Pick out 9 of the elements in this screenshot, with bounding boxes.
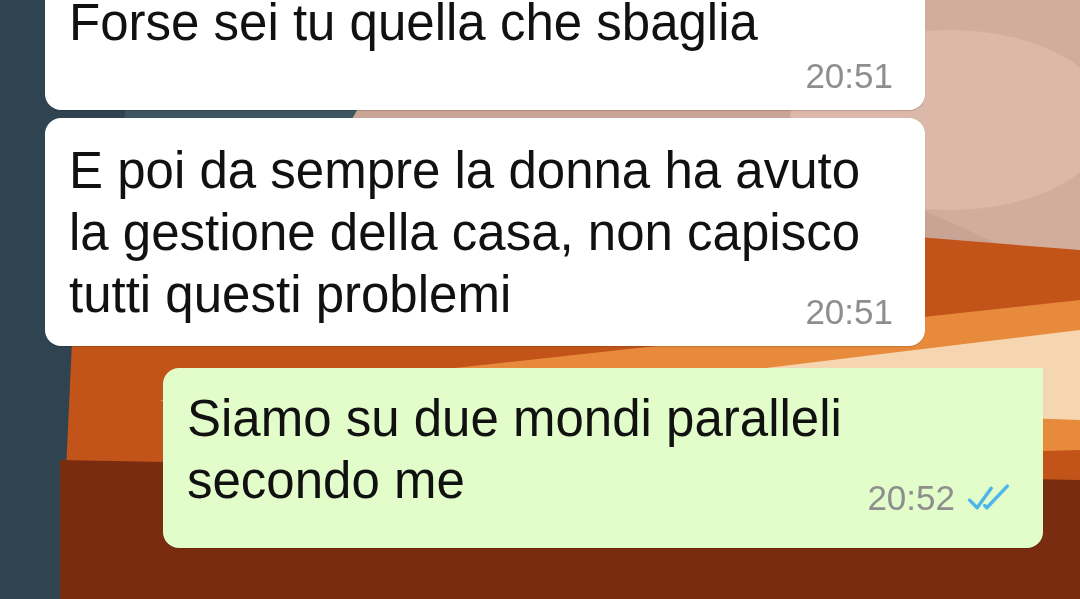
message-text: Forse sei tu quella che sbaglia — [69, 0, 758, 53]
message-text: Siamo su due mondi paralleli — [187, 389, 842, 449]
message-time: 20:51 — [805, 56, 893, 96]
message-text: E poi da sempre la donna ha avuto — [69, 141, 861, 201]
message-time: 20:51 — [805, 292, 893, 332]
message-text: la gestione della casa, non capisco — [69, 203, 861, 263]
message-text: tutti questi problemi — [69, 265, 512, 325]
message-text: secondo me — [187, 451, 465, 511]
message-time: 20:52 — [867, 478, 955, 518]
